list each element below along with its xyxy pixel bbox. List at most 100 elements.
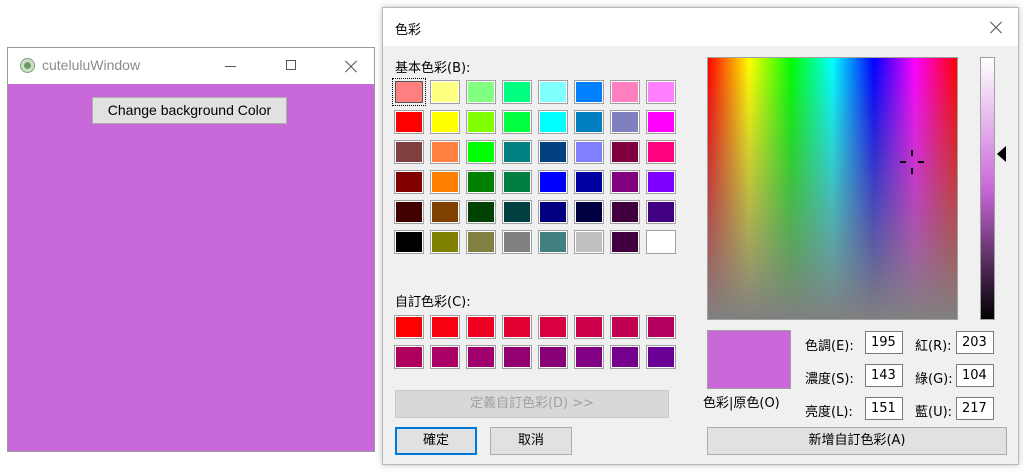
luminance-slider[interactable] [980,57,995,320]
basic-color-swatch[interactable] [574,80,604,104]
basic-color-swatch[interactable] [646,140,676,164]
basic-color-swatch[interactable] [538,110,568,134]
basic-color-swatch[interactable] [502,230,532,254]
basic-color-swatch[interactable] [502,170,532,194]
swatch-fill [468,232,494,252]
change-background-color-button[interactable]: Change background Color [92,97,287,124]
basic-color-swatch[interactable] [466,110,496,134]
app-titlebar[interactable]: cuteluluWindow [8,48,374,84]
custom-color-swatch[interactable] [610,315,640,339]
luminance-arrow-icon[interactable] [997,146,1006,162]
basic-color-swatch[interactable] [610,140,640,164]
basic-color-swatch[interactable] [646,230,676,254]
green-field[interactable]: 104 [956,364,994,387]
basic-color-swatch[interactable] [574,230,604,254]
swatch-fill [432,317,458,337]
color-spectrum[interactable] [707,57,958,320]
basic-color-swatch[interactable] [502,140,532,164]
custom-color-swatch[interactable] [610,345,640,369]
basic-color-swatch[interactable] [646,200,676,224]
basic-color-swatch[interactable] [646,80,676,104]
minimize-button[interactable] [208,48,254,84]
custom-color-swatch[interactable] [538,345,568,369]
basic-color-swatch[interactable] [574,170,604,194]
basic-color-swatch[interactable] [466,230,496,254]
custom-color-swatch[interactable] [646,315,676,339]
basic-color-swatch[interactable] [502,110,532,134]
blue-field[interactable]: 217 [956,397,994,420]
basic-color-swatch[interactable] [394,170,424,194]
custom-color-swatch[interactable] [502,345,532,369]
custom-color-swatch[interactable] [646,345,676,369]
add-custom-color-button[interactable]: 新增自訂色彩(A) [707,427,1007,455]
basic-color-swatch[interactable] [430,170,460,194]
define-custom-colors-button[interactable]: 定義自訂色彩(D) >> [395,390,669,418]
basic-color-swatch[interactable] [430,110,460,134]
basic-color-swatch[interactable] [430,200,460,224]
swatch-fill [504,82,530,102]
swatch-fill [576,317,602,337]
basic-color-swatch[interactable] [538,170,568,194]
basic-color-swatch[interactable] [574,110,604,134]
custom-color-swatch[interactable] [466,315,496,339]
custom-color-swatch[interactable] [430,315,460,339]
red-field[interactable]: 203 [956,331,994,354]
basic-color-swatch[interactable] [430,230,460,254]
basic-color-swatch[interactable] [538,200,568,224]
custom-color-swatch[interactable] [430,345,460,369]
close-icon [344,59,358,73]
basic-color-swatch[interactable] [394,230,424,254]
crosshair-icon [900,150,924,174]
basic-color-swatch[interactable] [574,200,604,224]
basic-color-swatch[interactable] [610,110,640,134]
swatch-fill [576,232,602,252]
app-client-area: Change background Color [8,84,374,451]
basic-color-swatch[interactable] [430,140,460,164]
basic-color-swatch[interactable] [466,170,496,194]
basic-color-swatch[interactable] [502,80,532,104]
custom-color-swatch[interactable] [394,315,424,339]
sat-field[interactable]: 143 [865,364,903,387]
basic-color-swatch[interactable] [538,140,568,164]
basic-color-swatch[interactable] [392,78,426,106]
basic-color-swatch[interactable] [502,200,532,224]
close-icon [989,20,1003,34]
basic-color-swatch[interactable] [646,110,676,134]
swatch-fill [504,112,530,132]
custom-color-swatch[interactable] [574,345,604,369]
basic-color-swatch[interactable] [610,80,640,104]
basic-color-swatch[interactable] [538,80,568,104]
basic-color-swatch[interactable] [466,200,496,224]
ok-button[interactable]: 確定 [395,427,477,455]
basic-color-swatch[interactable] [610,200,640,224]
custom-color-swatch[interactable] [394,345,424,369]
swatch-fill [504,317,530,337]
custom-color-swatch[interactable] [502,315,532,339]
basic-color-swatch[interactable] [538,230,568,254]
hue-field[interactable]: 195 [865,331,903,354]
basic-color-swatch[interactable] [610,170,640,194]
custom-color-swatch[interactable] [538,315,568,339]
custom-color-swatch[interactable] [466,345,496,369]
swatch-fill [540,172,566,192]
dialog-close-button[interactable] [974,8,1018,46]
cancel-button[interactable]: 取消 [490,427,572,455]
maximize-button[interactable] [268,48,314,84]
close-button[interactable] [328,48,374,84]
basic-color-swatch[interactable] [574,140,604,164]
basic-color-swatch[interactable] [610,230,640,254]
basic-color-swatch[interactable] [394,110,424,134]
lum-field[interactable]: 151 [865,397,903,420]
swatch-fill [468,82,494,102]
basic-color-swatch[interactable] [646,170,676,194]
basic-color-swatch[interactable] [466,140,496,164]
hue-label: 色調(E): [805,339,854,354]
basic-color-swatch[interactable] [430,80,460,104]
basic-color-swatch[interactable] [394,200,424,224]
swatch-fill [468,317,494,337]
custom-color-swatch[interactable] [574,315,604,339]
basic-color-swatch[interactable] [394,140,424,164]
basic-color-swatch[interactable] [466,80,496,104]
dialog-titlebar[interactable]: 色彩 [383,8,1018,46]
swatch-fill [612,172,638,192]
